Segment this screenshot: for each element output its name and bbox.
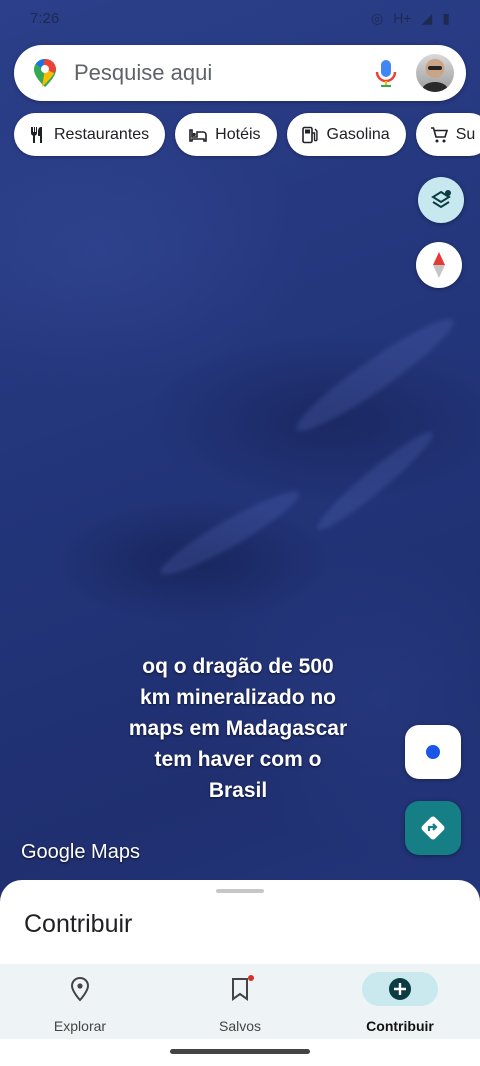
microphone-icon[interactable]: [374, 58, 398, 88]
video-caption: oq o dragão de 500 km mineralizado no ma…: [80, 651, 396, 806]
my-location-button[interactable]: [405, 725, 461, 779]
search-input[interactable]: Pesquise aqui: [74, 60, 374, 86]
map-ridge: [310, 424, 440, 538]
search-bar[interactable]: Pesquise aqui: [14, 45, 466, 101]
notification-dot: [248, 975, 254, 981]
location-status-icon: ◎: [370, 9, 384, 26]
google-maps-watermark: Google Maps: [21, 841, 140, 863]
layers-button[interactable]: [418, 177, 464, 223]
chip-supermarket[interactable]: Su: [415, 113, 480, 156]
cart-icon: [430, 126, 448, 142]
nav-label: Salvos: [218, 1018, 262, 1034]
sheet-drag-handle[interactable]: [216, 889, 264, 893]
signal-icon: ◢: [421, 9, 433, 26]
chip-label: Restaurantes: [54, 125, 150, 143]
chip-label: Su: [455, 125, 476, 143]
gas-station-icon: [301, 126, 318, 143]
chip-label: Gasolina: [326, 125, 390, 143]
map-ridge: [288, 308, 462, 442]
network-type: H+: [393, 10, 412, 26]
chip-label: Hotéis: [215, 125, 261, 143]
caption-line: maps em Madagascar: [128, 717, 348, 740]
nav-label: Contribuir: [366, 1018, 434, 1034]
fork-knife-icon: [31, 126, 42, 143]
status-time: 7:26: [30, 9, 60, 27]
chip-gas[interactable]: Gasolina: [286, 113, 406, 156]
status-bar: 7:26 ◎ H+ ◢ ▮: [0, 0, 480, 36]
directions-icon: [421, 816, 445, 840]
compass-icon: [433, 252, 445, 278]
nav-saved[interactable]: Salvos: [160, 964, 320, 1039]
battery-icon: ▮: [442, 9, 450, 26]
sheet-title: Contribuir: [24, 910, 133, 938]
compass-button[interactable]: [416, 242, 462, 288]
gesture-area: [0, 1039, 480, 1066]
bottom-navigation: Explorar Salvos Contribuir: [0, 964, 480, 1039]
chip-restaurants[interactable]: Restaurantes: [14, 113, 166, 156]
nav-explore[interactable]: Explorar: [0, 964, 160, 1039]
add-circle-icon: [389, 978, 411, 1000]
profile-avatar[interactable]: [416, 54, 454, 92]
map-ridge: [154, 481, 306, 585]
layers-icon: [431, 190, 451, 209]
google-maps-logo-icon: [34, 59, 56, 87]
chip-hotels[interactable]: Hotéis: [175, 113, 277, 156]
caption-line: Brasil: [208, 779, 268, 802]
nav-contribute[interactable]: Contribuir: [320, 964, 480, 1039]
directions-button[interactable]: [405, 801, 461, 855]
category-chips: Restaurantes Hotéis Gasolina Su: [14, 113, 480, 156]
caption-line: tem haver com o: [154, 748, 322, 771]
home-gesture-bar[interactable]: [170, 1049, 310, 1054]
nav-label: Explorar: [53, 1018, 107, 1034]
location-pin-icon: [70, 976, 90, 1002]
bed-icon: [189, 128, 207, 142]
bookmark-icon: [232, 978, 248, 1001]
caption-line: km mineralizado no: [139, 686, 337, 709]
location-dot-icon: [426, 745, 440, 759]
caption-line: oq o dragão de 500: [142, 655, 334, 678]
